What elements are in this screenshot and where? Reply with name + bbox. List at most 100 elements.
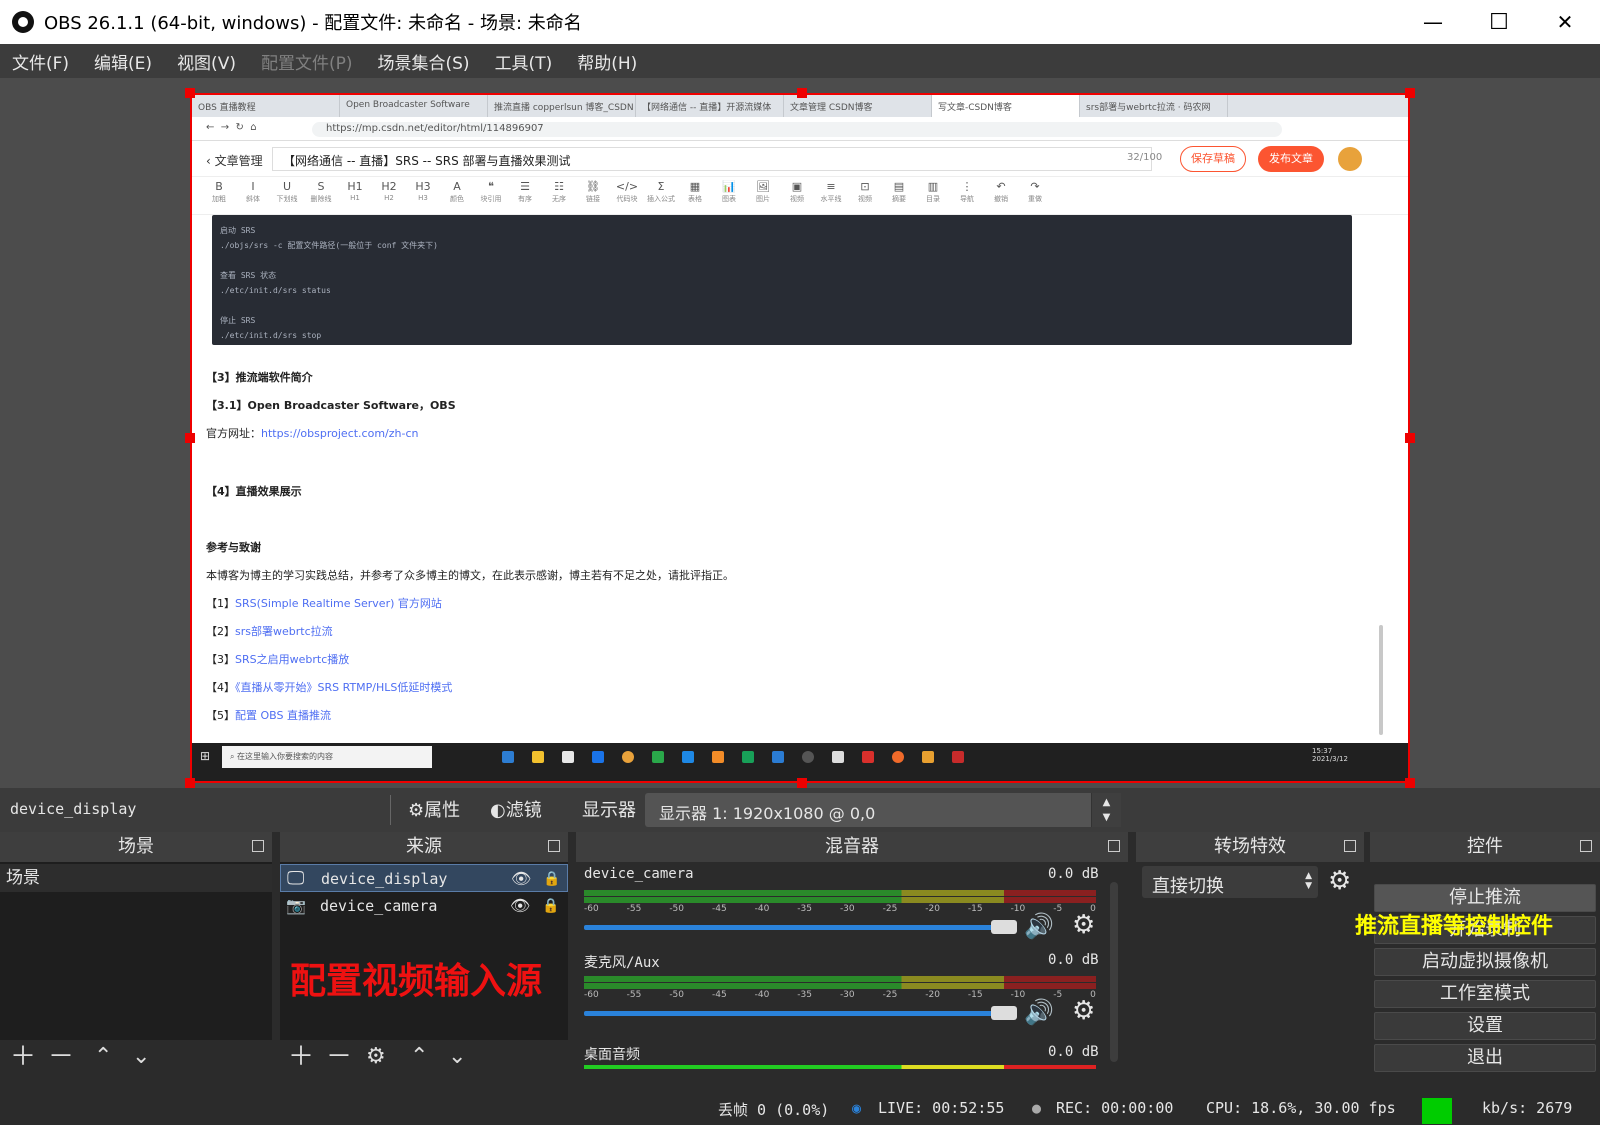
gear-icon[interactable]: ⚙ <box>366 1042 386 1072</box>
save-draft-button: 保存草稿 <box>1180 146 1246 172</box>
volume-slider[interactable] <box>584 925 1004 930</box>
mixer-scrollbar[interactable] <box>1110 882 1118 1062</box>
scene-item[interactable]: 场景 <box>0 864 272 892</box>
tool-label: 撤销 <box>994 195 1008 203</box>
eye-icon[interactable]: 👁 <box>510 892 530 920</box>
studio-mode-button[interactable]: 工作室模式 <box>1374 980 1596 1008</box>
db-tick-label: -40 <box>754 904 770 914</box>
gear-icon[interactable]: ⚙ <box>1328 866 1351 896</box>
tool-glyph-icon: ❝ <box>488 180 494 193</box>
gear-icon[interactable]: ⚙ <box>1072 910 1095 940</box>
resize-handle[interactable] <box>185 433 195 443</box>
scenes-footer: ＋ － ⌃ ⌄ <box>0 1040 272 1074</box>
volume-slider[interactable] <box>584 1011 1004 1016</box>
move-up-icon[interactable]: ⌃ <box>94 1042 112 1072</box>
undock-icon[interactable] <box>1108 840 1120 852</box>
tool-label: 表格 <box>688 195 702 203</box>
undock-icon[interactable] <box>1580 840 1592 852</box>
nav-arrows-icon: ← → ↻ ⌂ <box>206 122 257 133</box>
resize-handle[interactable] <box>797 88 807 98</box>
add-icon[interactable]: ＋ <box>10 1042 36 1072</box>
add-icon[interactable]: ＋ <box>288 1042 314 1072</box>
preview-canvas[interactable]: OBS 直播教程 Open Broadcaster Software 推流直播 … <box>190 93 1410 783</box>
undock-icon[interactable] <box>548 840 560 852</box>
volume-slider-handle[interactable] <box>991 920 1017 934</box>
undock-icon[interactable] <box>252 840 264 852</box>
resize-handle[interactable] <box>185 88 195 98</box>
taskbar-search: ⌕ 在这里输入你要搜索的内容 <box>222 746 432 768</box>
volume-slider-handle[interactable] <box>991 1006 1017 1020</box>
browser-tab: srs部署与webrtc拉流 · 码农网 <box>1080 95 1228 117</box>
camera-icon: 📷 <box>286 896 306 915</box>
lock-icon[interactable]: 🔒 <box>543 865 560 893</box>
tool-label: 加粗 <box>212 195 226 203</box>
properties-button[interactable]: ⚙属性 <box>408 796 460 826</box>
undock-icon[interactable] <box>1344 840 1356 852</box>
source-item-camera[interactable]: 📷 device_camera 👁 🔒 <box>280 892 568 920</box>
obs-logo-icon <box>12 11 34 33</box>
tool-glyph-icon: S <box>317 180 325 193</box>
transition-select[interactable]: 直接切换 ▲ ▼ <box>1142 866 1318 898</box>
db-tick-label: -60 <box>584 990 599 1000</box>
menu-profile[interactable]: 配置文件(P) <box>261 49 353 74</box>
browser-tab: 推流直播 copperlsun 博客_CSDN <box>488 95 636 117</box>
db-tick-label: -55 <box>626 904 642 914</box>
annotation-controls: 推流直播等控制控件 <box>1355 913 1554 939</box>
editor-tool: ↷ 重做 <box>1018 177 1052 214</box>
menu-edit[interactable]: 编辑(E) <box>94 49 152 74</box>
code-block: 启动 SRS ./objs/srs -c 配置文件路径(一般位于 conf 文件夹… <box>212 215 1352 345</box>
taskbar-clock: 15:37 2021/3/12 <box>1312 747 1348 763</box>
resize-handle[interactable] <box>797 778 807 788</box>
menu-help[interactable]: 帮助(H) <box>577 49 637 74</box>
tool-glyph-icon: ▤ <box>893 180 905 193</box>
tool-glyph-icon: A <box>453 180 461 193</box>
resize-handle[interactable] <box>1405 88 1415 98</box>
resize-handle[interactable] <box>185 778 195 788</box>
audio-level-meter <box>584 897 1096 903</box>
sources-header: 来源 <box>280 832 568 862</box>
tool-label: 斜体 <box>246 195 260 203</box>
resize-handle[interactable] <box>1405 433 1415 443</box>
eye-icon[interactable]: 👁 <box>511 865 531 893</box>
editor-header: ‹ 文章管理 【网络通信 -- 直播】SRS -- SRS 部署与直播效果测试 … <box>192 141 1408 177</box>
menu-view[interactable]: 视图(V) <box>177 49 236 74</box>
resize-handle[interactable] <box>1405 778 1415 788</box>
filters-button[interactable]: ◐滤镜 <box>490 796 542 826</box>
menu-tools[interactable]: 工具(T) <box>495 49 553 74</box>
editor-tool: ☷ 无序 <box>542 177 576 214</box>
lock-icon[interactable]: 🔒 <box>542 892 559 920</box>
ref-num: 【5】 <box>206 709 235 722</box>
move-down-icon[interactable]: ⌄ <box>132 1042 150 1072</box>
minimize-button[interactable]: — <box>1400 0 1466 44</box>
browser-address-bar: ← → ↻ ⌂ https://mp.csdn.net/editor/html/… <box>192 117 1408 141</box>
remove-icon[interactable]: － <box>48 1042 74 1072</box>
source-name: device_camera <box>320 897 438 915</box>
close-button[interactable]: ✕ <box>1532 0 1598 44</box>
editor-tool: ▤ 摘要 <box>882 177 916 214</box>
menu-file[interactable]: 文件(F) <box>12 49 69 74</box>
display-select[interactable]: 显示器 1: 1920x1080 @ 0,0 ▲ ▼ <box>645 793 1121 827</box>
ref-num: 【2】 <box>206 625 235 638</box>
dropped-frames: 丢帧 0 (0.0%) <box>718 1101 830 1119</box>
source-item-display[interactable]: 🖵 device_display 👁 🔒 <box>280 864 568 892</box>
speaker-icon[interactable]: 🔊 <box>1024 998 1054 1026</box>
controls-header: 控件 <box>1370 832 1600 862</box>
tool-label: 无序 <box>552 195 566 203</box>
menu-scene-collection[interactable]: 场景集合(S) <box>378 49 470 74</box>
speaker-icon[interactable]: 🔊 <box>1024 912 1054 940</box>
start-virtual-camera-button[interactable]: 启动虚拟摄像机 <box>1374 948 1596 976</box>
maximize-button[interactable]: ☐ <box>1466 0 1532 44</box>
remove-icon[interactable]: － <box>326 1042 352 1072</box>
exit-button[interactable]: 退出 <box>1374 1044 1596 1072</box>
gear-icon[interactable]: ⚙ <box>1072 996 1095 1026</box>
title-count: 32/100 <box>1127 152 1163 163</box>
tool-label: 删除线 <box>310 195 332 203</box>
move-up-icon[interactable]: ⌃ <box>410 1042 428 1072</box>
doc-ref-item: 【1】SRS(Simple Realtime Server) 官方网站 <box>206 595 442 611</box>
db-scale: -60 -55 -50 -45 -40 -35 -30 -25 -20 -15 -10 -5 0 <box>584 904 1096 914</box>
move-down-icon[interactable]: ⌄ <box>448 1042 466 1072</box>
tool-label: 视频 <box>790 195 804 203</box>
settings-button[interactable]: 设置 <box>1374 1012 1596 1040</box>
